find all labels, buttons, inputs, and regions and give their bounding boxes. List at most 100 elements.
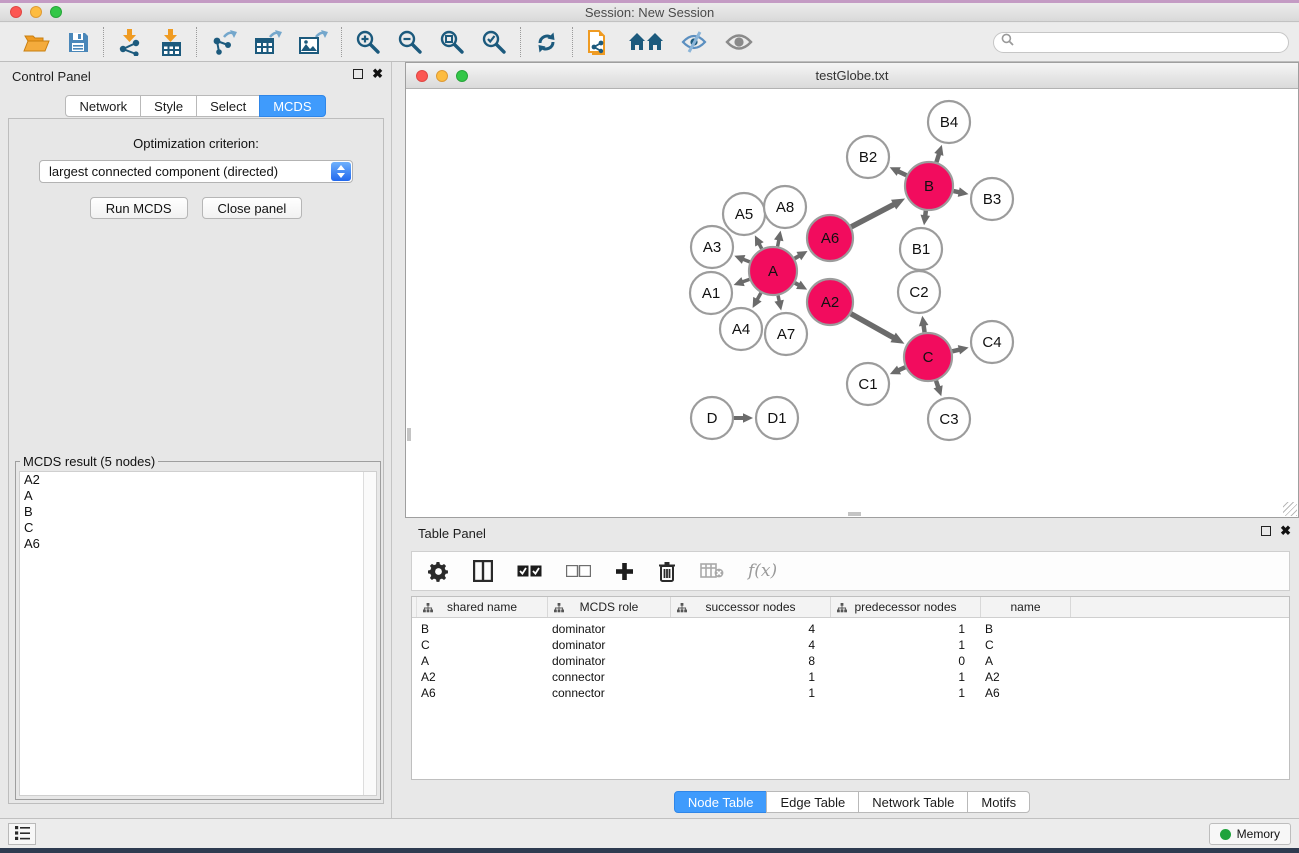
search-field[interactable] xyxy=(993,32,1289,53)
export-table-button[interactable] xyxy=(254,29,282,55)
table-cell[interactable]: 0 xyxy=(831,654,981,668)
graph-edge-B-B4[interactable] xyxy=(936,153,939,162)
graph-edge-C-C3[interactable] xyxy=(936,381,938,388)
mcds-result-list[interactable]: A2ABCA6 xyxy=(19,471,377,796)
zoom-fit-button[interactable] xyxy=(439,29,465,55)
result-scrollbar[interactable] xyxy=(363,472,376,795)
table-row[interactable]: A2connector11A2 xyxy=(412,669,1289,685)
close-table-panel-icon[interactable]: ✖ xyxy=(1280,526,1291,536)
result-item[interactable]: B xyxy=(20,504,376,520)
tab-network[interactable]: Network xyxy=(65,95,141,117)
table-cell[interactable]: A xyxy=(417,654,548,668)
table-cell[interactable]: 4 xyxy=(671,622,831,636)
show-columns-button[interactable] xyxy=(473,560,493,582)
unselect-all-columns-button[interactable] xyxy=(566,565,591,577)
table-cell[interactable]: connector xyxy=(548,670,671,684)
table-cell[interactable]: A6 xyxy=(417,686,548,700)
graph-edge-A6-B[interactable] xyxy=(851,204,894,227)
vertical-scroll-indicator[interactable] xyxy=(407,428,411,441)
table-cell[interactable]: A2 xyxy=(981,670,1071,684)
column-header-predecessor-nodes[interactable]: predecessor nodes xyxy=(831,597,981,617)
graph-edge-B-B2[interactable] xyxy=(898,171,907,175)
close-window-button[interactable] xyxy=(10,6,22,18)
result-item[interactable]: A xyxy=(20,488,376,504)
tab-style[interactable]: Style xyxy=(140,95,197,117)
table-cell[interactable]: 4 xyxy=(671,638,831,652)
table-cell[interactable]: B xyxy=(981,622,1071,636)
result-item[interactable]: A6 xyxy=(20,536,376,552)
show-all-networks-button[interactable] xyxy=(628,31,664,53)
graph-edge-C-C4[interactable] xyxy=(952,350,960,352)
delete-table-button[interactable] xyxy=(700,563,724,579)
table-cell[interactable]: A6 xyxy=(981,686,1071,700)
table-cell[interactable]: C xyxy=(981,638,1071,652)
table-cell[interactable]: B xyxy=(417,622,548,636)
table-cell[interactable]: 1 xyxy=(831,622,981,636)
tab-mcds[interactable]: MCDS xyxy=(259,95,325,117)
hide-graphics-details-button[interactable] xyxy=(680,30,708,54)
table-cell[interactable]: dominator xyxy=(548,638,671,652)
table-cell[interactable]: connector xyxy=(548,686,671,700)
column-header-name[interactable]: name xyxy=(981,597,1071,617)
network-minimize-button[interactable] xyxy=(436,70,448,82)
table-row[interactable]: Bdominator41B xyxy=(412,621,1289,637)
delete-columns-button[interactable] xyxy=(658,561,676,582)
table-cell[interactable]: dominator xyxy=(548,654,671,668)
network-canvas[interactable]: AA1A3A5A8A4A7A6A2BB1B2B3B4CC1C2C3C4DD1 xyxy=(407,90,1297,516)
graph-edge-C-C2[interactable] xyxy=(924,325,925,333)
network-close-button[interactable] xyxy=(416,70,428,82)
table-tab-network-table[interactable]: Network Table xyxy=(858,791,968,813)
close-panel-icon[interactable]: ✖ xyxy=(372,69,383,79)
zoom-window-button[interactable] xyxy=(50,6,62,18)
table-cell[interactable]: 1 xyxy=(831,670,981,684)
table-cell[interactable]: 1 xyxy=(831,686,981,700)
minimize-window-button[interactable] xyxy=(30,6,42,18)
graph-edge-A-A8[interactable] xyxy=(778,239,779,246)
import-table-button[interactable] xyxy=(159,29,183,56)
task-history-button[interactable] xyxy=(8,823,36,845)
result-item[interactable]: A2 xyxy=(20,472,376,488)
add-column-button[interactable] xyxy=(615,562,634,581)
table-tab-node-table[interactable]: Node Table xyxy=(674,791,768,813)
table-row[interactable]: A6connector11A6 xyxy=(412,685,1289,701)
table-tab-edge-table[interactable]: Edge Table xyxy=(766,791,859,813)
table-cell[interactable]: 1 xyxy=(831,638,981,652)
table-cell[interactable]: dominator xyxy=(548,622,671,636)
horizontal-scroll-indicator[interactable] xyxy=(848,512,861,516)
tab-select[interactable]: Select xyxy=(196,95,260,117)
table-cell[interactable]: 1 xyxy=(671,686,831,700)
table-cell[interactable]: A xyxy=(981,654,1071,668)
export-image-button[interactable] xyxy=(298,29,328,55)
float-table-panel-icon[interactable] xyxy=(1261,526,1271,536)
zoom-out-button[interactable] xyxy=(397,29,423,55)
table-cell[interactable]: A2 xyxy=(417,670,548,684)
table-row[interactable]: Cdominator41C xyxy=(412,637,1289,653)
graph-edge-A-A3[interactable] xyxy=(743,259,750,262)
float-panel-icon[interactable] xyxy=(353,69,363,79)
resize-grip[interactable] xyxy=(1283,502,1297,516)
save-session-button[interactable] xyxy=(66,30,90,54)
import-network-button[interactable] xyxy=(117,29,143,56)
table-cell[interactable]: C xyxy=(417,638,548,652)
criterion-dropdown[interactable]: largest connected component (directed) xyxy=(39,160,353,183)
table-cell[interactable]: 1 xyxy=(671,670,831,684)
table-tab-motifs[interactable]: Motifs xyxy=(967,791,1030,813)
open-session-button[interactable] xyxy=(23,30,50,54)
zoom-in-button[interactable] xyxy=(355,29,381,55)
table-row[interactable]: Adominator80A xyxy=(412,653,1289,669)
refresh-button[interactable] xyxy=(534,30,559,55)
export-network-button[interactable] xyxy=(210,29,238,55)
result-item[interactable]: C xyxy=(20,520,376,536)
graph-edge-A-A1[interactable] xyxy=(742,279,749,282)
column-header-MCDS-role[interactable]: MCDS role xyxy=(548,597,671,617)
search-input[interactable] xyxy=(1018,35,1281,49)
column-header-successor-nodes[interactable]: successor nodes xyxy=(671,597,831,617)
memory-button[interactable]: Memory xyxy=(1209,823,1291,845)
show-graphics-details-button[interactable] xyxy=(724,31,754,53)
table-options-button[interactable] xyxy=(428,561,449,582)
column-header-shared-name[interactable]: shared name xyxy=(417,597,548,617)
table-cell[interactable]: 8 xyxy=(671,654,831,668)
function-builder-button[interactable]: f(x) xyxy=(748,561,777,581)
graph-edge-A-A4[interactable] xyxy=(757,293,761,300)
select-all-columns-button[interactable] xyxy=(517,565,542,577)
